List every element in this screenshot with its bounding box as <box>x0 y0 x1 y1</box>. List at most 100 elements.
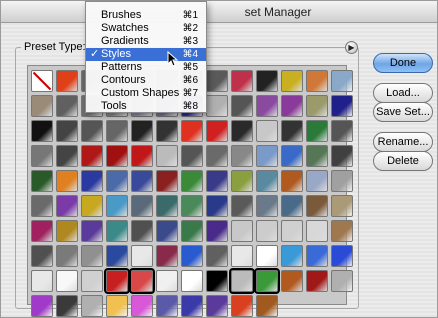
style-swatch[interactable] <box>231 245 253 267</box>
style-swatch[interactable] <box>306 170 328 192</box>
style-swatch[interactable] <box>254 268 280 294</box>
style-swatch[interactable] <box>256 245 278 267</box>
style-swatch[interactable] <box>306 120 328 142</box>
style-swatch[interactable] <box>206 70 228 92</box>
delete-button[interactable]: Delete <box>373 151 433 171</box>
style-swatch[interactable] <box>81 195 103 217</box>
style-swatch[interactable] <box>56 220 78 242</box>
style-swatch[interactable] <box>106 245 128 267</box>
style-swatch[interactable] <box>256 70 278 92</box>
style-swatch[interactable] <box>81 120 103 142</box>
style-swatch[interactable] <box>256 95 278 117</box>
load-button[interactable]: Load... <box>373 83 433 103</box>
style-swatch[interactable] <box>56 270 78 292</box>
done-button[interactable]: Done <box>373 53 433 73</box>
style-swatch[interactable] <box>331 220 353 242</box>
style-swatch[interactable] <box>281 145 303 167</box>
style-swatch[interactable] <box>156 145 178 167</box>
style-swatch[interactable] <box>281 120 303 142</box>
menu-item-gradients[interactable]: Gradients ⌘3 <box>86 35 206 48</box>
style-swatch[interactable] <box>56 70 78 92</box>
style-swatch[interactable] <box>281 170 303 192</box>
style-swatch[interactable] <box>81 220 103 242</box>
style-swatch[interactable] <box>156 295 178 317</box>
style-swatch[interactable] <box>181 245 203 267</box>
menu-item-patterns[interactable]: Patterns ⌘5 <box>86 61 206 74</box>
style-swatch[interactable] <box>231 295 253 317</box>
style-swatch[interactable] <box>31 220 53 242</box>
menu-item-styles[interactable]: ✓ Styles ⌘4 <box>86 48 206 61</box>
no-style-swatch[interactable] <box>31 70 53 92</box>
style-swatch[interactable] <box>131 295 153 317</box>
style-swatch[interactable] <box>106 120 128 142</box>
style-swatch[interactable] <box>81 245 103 267</box>
style-swatch[interactable] <box>206 95 228 117</box>
menu-item-contours[interactable]: Contours ⌘6 <box>86 74 206 87</box>
style-swatch[interactable] <box>206 295 228 317</box>
style-swatch[interactable] <box>306 245 328 267</box>
style-swatch[interactable] <box>206 170 228 192</box>
style-swatch[interactable] <box>181 295 203 317</box>
menu-item-brushes[interactable]: Brushes ⌘1 <box>86 9 206 22</box>
style-swatch[interactable] <box>281 195 303 217</box>
style-swatch[interactable] <box>131 145 153 167</box>
style-swatch[interactable] <box>156 170 178 192</box>
style-swatch[interactable] <box>331 245 353 267</box>
style-swatch[interactable] <box>56 295 78 317</box>
style-swatch[interactable] <box>331 145 353 167</box>
rename-button[interactable]: Rename... <box>373 132 433 152</box>
style-swatch[interactable] <box>131 170 153 192</box>
style-swatch[interactable] <box>206 220 228 242</box>
style-swatch[interactable] <box>331 170 353 192</box>
style-swatch[interactable] <box>106 220 128 242</box>
style-swatch[interactable] <box>106 195 128 217</box>
style-swatch[interactable] <box>156 220 178 242</box>
style-swatch[interactable] <box>281 245 303 267</box>
style-swatch[interactable] <box>56 145 78 167</box>
style-swatch[interactable] <box>181 270 203 292</box>
style-swatch[interactable] <box>256 145 278 167</box>
panel-menu-arrow-icon[interactable]: ▶ <box>345 41 358 54</box>
menu-item-tools[interactable]: Tools ⌘8 <box>86 100 206 113</box>
style-swatch[interactable] <box>131 245 153 267</box>
style-swatch[interactable] <box>206 145 228 167</box>
style-swatch[interactable] <box>131 120 153 142</box>
style-swatch[interactable] <box>31 195 53 217</box>
style-swatch[interactable] <box>131 220 153 242</box>
style-swatch[interactable] <box>56 245 78 267</box>
style-swatch[interactable] <box>181 195 203 217</box>
style-swatch[interactable] <box>106 145 128 167</box>
style-swatch[interactable] <box>306 195 328 217</box>
style-swatch[interactable] <box>281 70 303 92</box>
style-swatch[interactable] <box>181 120 203 142</box>
style-swatch[interactable] <box>56 120 78 142</box>
style-swatch[interactable] <box>306 70 328 92</box>
style-swatch[interactable] <box>31 170 53 192</box>
style-swatch[interactable] <box>181 145 203 167</box>
style-swatch[interactable] <box>31 120 53 142</box>
style-swatch[interactable] <box>56 170 78 192</box>
style-swatch[interactable] <box>231 70 253 92</box>
style-swatch[interactable] <box>156 120 178 142</box>
style-swatch[interactable] <box>229 268 255 294</box>
style-swatch[interactable] <box>181 220 203 242</box>
style-swatch[interactable] <box>56 195 78 217</box>
style-swatch[interactable] <box>281 95 303 117</box>
style-swatch[interactable] <box>206 120 228 142</box>
style-swatch[interactable] <box>81 295 103 317</box>
style-swatch[interactable] <box>306 145 328 167</box>
style-swatch[interactable] <box>81 270 103 292</box>
style-swatch[interactable] <box>231 120 253 142</box>
style-swatch[interactable] <box>31 245 53 267</box>
style-swatch[interactable] <box>281 270 303 292</box>
style-swatch[interactable] <box>31 295 53 317</box>
style-swatch[interactable] <box>106 295 128 317</box>
style-swatch[interactable] <box>256 170 278 192</box>
style-swatch[interactable] <box>181 170 203 192</box>
style-swatch[interactable] <box>81 170 103 192</box>
title-bar[interactable]: set Manager <box>1 1 437 23</box>
style-swatch[interactable] <box>256 195 278 217</box>
style-swatch[interactable] <box>104 268 130 294</box>
style-swatch[interactable] <box>331 120 353 142</box>
style-swatch[interactable] <box>129 268 155 294</box>
